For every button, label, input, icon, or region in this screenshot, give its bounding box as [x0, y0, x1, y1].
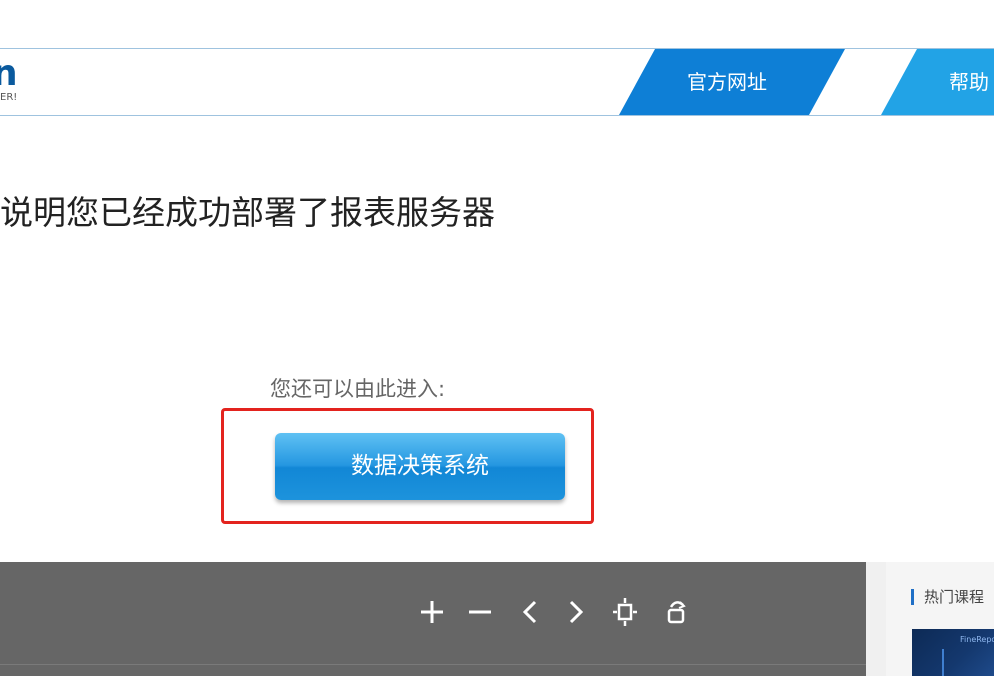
side-panel: 热门课程 FineRepo [886, 562, 994, 676]
decision-system-button[interactable]: 数据决策系统 [275, 433, 565, 500]
nav-help[interactable]: 帮助 [881, 49, 994, 115]
thumbnail-decoration [942, 649, 944, 676]
enter-hint: 您还可以由此进入: [270, 377, 446, 401]
next-icon[interactable] [561, 594, 591, 630]
previous-icon[interactable] [515, 594, 545, 630]
hot-courses-title: 热门课程 [924, 588, 985, 606]
zoom-in-icon[interactable] [417, 594, 447, 630]
nav-official-site-label: 官方网址 [687, 70, 767, 94]
nav-official-site[interactable]: 官方网址 [619, 49, 845, 115]
logo[interactable]: n [0, 56, 18, 92]
side-gutter [866, 562, 886, 676]
rotate-icon[interactable] [661, 594, 691, 630]
section-marker [911, 589, 914, 605]
logo-subtext: ER! [0, 92, 18, 103]
header-bar: n ER! 官方网址 帮助 [0, 48, 994, 116]
image-viewer [0, 562, 866, 676]
zoom-out-icon[interactable] [465, 594, 495, 630]
fit-screen-icon[interactable] [610, 594, 640, 630]
course-thumbnail-label: FineRepo [960, 635, 994, 644]
success-message: 说明您已经成功部署了报表服务器 [0, 193, 495, 232]
nav-help-label: 帮助 [949, 70, 989, 94]
course-thumbnail[interactable]: FineRepo [912, 629, 994, 676]
viewer-divider [0, 664, 866, 665]
